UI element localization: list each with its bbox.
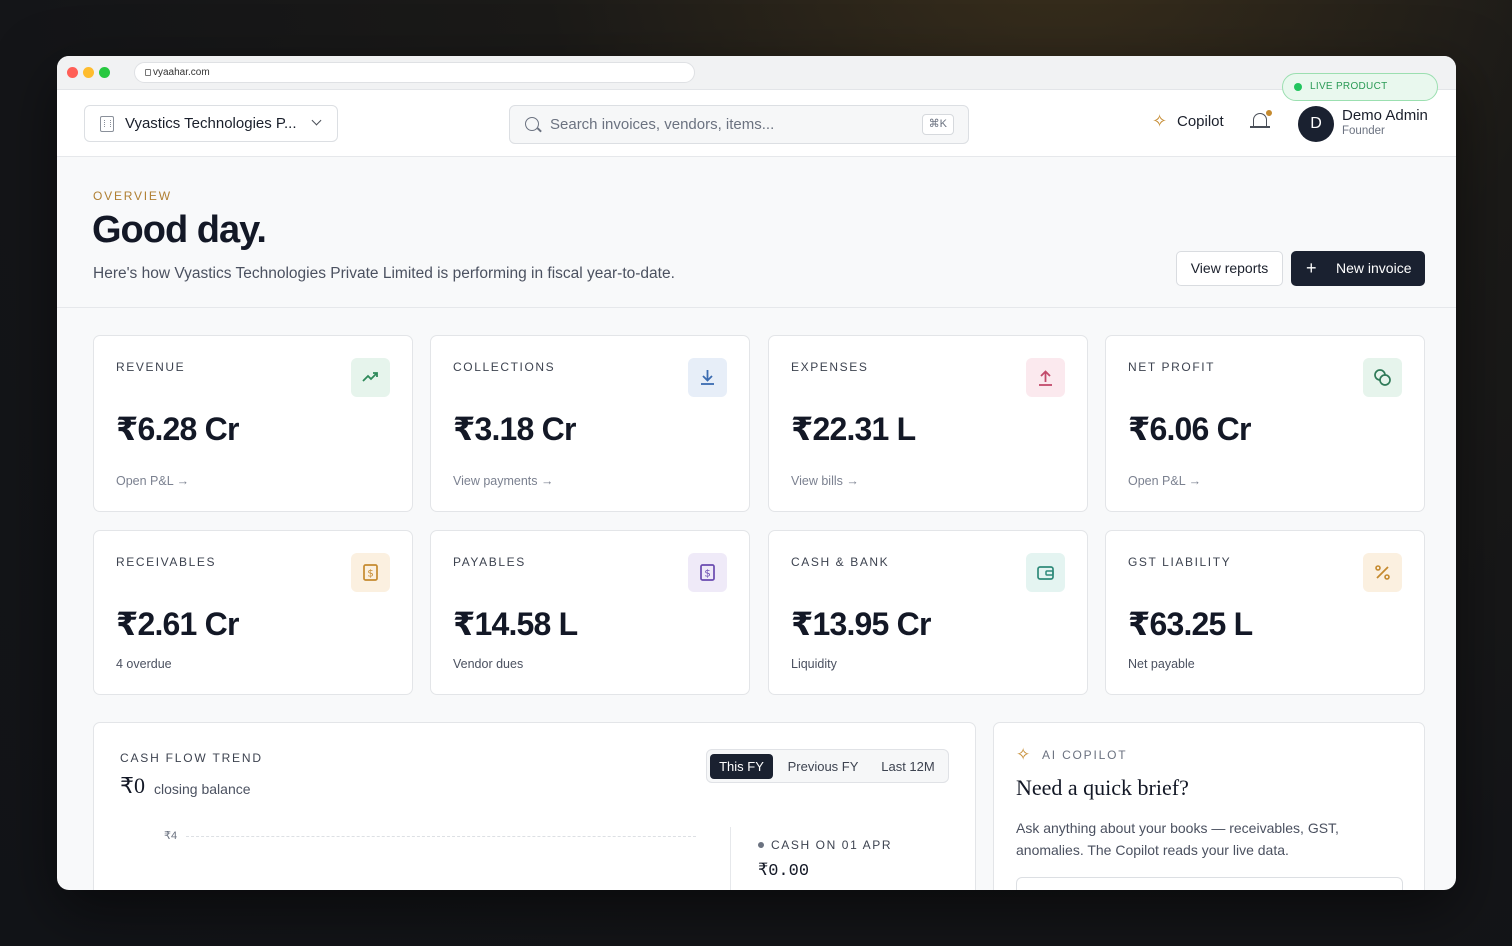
- kpi-footnote: 4 overdue: [116, 657, 172, 671]
- lock-icon: [145, 69, 151, 76]
- receipt-icon: $: [688, 553, 727, 592]
- chart-gridline: [186, 836, 696, 837]
- kpi-value: ₹14.58 L: [453, 606, 578, 642]
- address-bar[interactable]: vyaahar.com: [134, 62, 695, 83]
- new-invoice-label: New invoice: [1336, 260, 1412, 276]
- kpi-footnote: Liquidity: [791, 657, 837, 671]
- wallet-icon: [1026, 553, 1065, 592]
- close-window-button[interactable]: [67, 67, 78, 78]
- search-placeholder: Search invoices, vendors, items...: [550, 116, 775, 133]
- page-title: Good day.: [92, 209, 267, 251]
- global-search-input[interactable]: Search invoices, vendors, items... ⌘K: [509, 105, 969, 144]
- svg-text:$: $: [367, 569, 373, 580]
- organization-switcher[interactable]: Vyastics Technologies P...: [84, 105, 338, 142]
- ai-copilot-description: Ask anything about your books — receivab…: [1016, 820, 1339, 858]
- kpi-card-expenses[interactable]: EXPENSES ₹22.31 L View bills →: [768, 335, 1088, 512]
- coins-icon: [1363, 358, 1402, 397]
- kpi-value: ₹63.25 L: [1128, 606, 1253, 642]
- svg-text:$: $: [704, 569, 710, 580]
- closing-balance-label: closing balance: [154, 781, 251, 797]
- kpi-card-collections[interactable]: COLLECTIONS ₹3.18 Cr View payments →: [430, 335, 750, 512]
- view-payments-link[interactable]: View payments →: [453, 474, 554, 488]
- kpi-card-receivables[interactable]: RECEIVABLES $ ₹2.61 Cr 4 overdue: [93, 530, 413, 695]
- kpi-value: ₹6.28 Cr: [116, 411, 239, 447]
- section-eyebrow: OVERVIEW: [93, 189, 172, 203]
- percent-icon: [1363, 553, 1402, 592]
- sparkle-icon: ✧: [1152, 111, 1168, 131]
- receipt-icon: $: [351, 553, 390, 592]
- kpi-card-revenue[interactable]: REVENUE ₹6.28 Cr Open P&L →: [93, 335, 413, 512]
- upload-icon: [1026, 358, 1065, 397]
- kpi-label: EXPENSES: [791, 360, 869, 374]
- open-pl-link[interactable]: Open P&L →: [116, 474, 189, 488]
- cash-opening-value: ₹0.00: [758, 862, 810, 881]
- kpi-value: ₹2.61 Cr: [116, 606, 239, 642]
- ai-copilot-title: AI COPILOT: [1042, 748, 1128, 762]
- kpi-label: COLLECTIONS: [453, 360, 556, 374]
- cash-flow-trend-card: CASH FLOW TREND ₹0 closing balance This …: [93, 722, 976, 890]
- page-subtitle: Here's how Vyastics Technologies Private…: [93, 265, 675, 282]
- notification-indicator-dot: [1265, 109, 1273, 117]
- kpi-footnote: Vendor dues: [453, 657, 524, 671]
- kpi-label: CASH & BANK: [791, 555, 890, 569]
- organization-name: Vyastics Technologies P...: [125, 115, 297, 132]
- kpi-card-payables[interactable]: PAYABLES $ ₹14.58 L Vendor dues: [430, 530, 750, 695]
- live-badge-label: LIVE PRODUCT: [1310, 81, 1388, 92]
- browser-titlebar: vyaahar.com: [57, 56, 1456, 90]
- minimize-window-button[interactable]: [83, 67, 94, 78]
- copilot-question-input[interactable]: [1016, 877, 1403, 890]
- kpi-value: ₹22.31 L: [791, 411, 916, 447]
- cash-opening-label: CASH ON 01 APR: [771, 838, 893, 852]
- download-icon: [688, 358, 727, 397]
- kpi-label: PAYABLES: [453, 555, 526, 569]
- copilot-button-label: Copilot: [1177, 113, 1224, 130]
- live-status-dot: [1294, 83, 1302, 91]
- tab-this-fy[interactable]: This FY: [710, 754, 773, 779]
- ai-copilot-heading: Need a quick brief?: [1016, 775, 1189, 800]
- live-product-badge: LIVE PRODUCT: [1282, 73, 1438, 101]
- search-icon: [525, 117, 539, 131]
- kpi-card-net-profit[interactable]: NET PROFIT ₹6.06 Cr Open P&L →: [1105, 335, 1425, 512]
- kpi-label: NET PROFIT: [1128, 360, 1216, 374]
- user-role: Founder: [1342, 125, 1385, 137]
- kpi-value: ₹6.06 Cr: [1128, 411, 1251, 447]
- cash-flow-title: CASH FLOW TREND: [120, 751, 263, 765]
- closing-balance-value: ₹0: [120, 773, 145, 798]
- kpi-footnote: Net payable: [1128, 657, 1195, 671]
- divider: [730, 827, 731, 890]
- overview-header: OVERVIEW Good day. Here's how Vyastics T…: [57, 157, 1456, 308]
- plus-icon: +: [1306, 258, 1317, 278]
- kpi-card-gst-liability[interactable]: GST LIABILITY ₹63.25 L Net payable: [1105, 530, 1425, 695]
- top-navigation-bar: Vyastics Technologies P... Search invoic…: [57, 90, 1456, 157]
- kpi-card-cash-bank[interactable]: CASH & BANK ₹13.95 Cr Liquidity: [768, 530, 1088, 695]
- kpi-label: REVENUE: [116, 360, 186, 374]
- new-invoice-button[interactable]: + New invoice: [1291, 251, 1425, 286]
- sparkle-icon: ✧: [1016, 745, 1031, 764]
- search-shortcut-hint: ⌘K: [921, 114, 954, 135]
- user-avatar[interactable]: D: [1298, 106, 1334, 142]
- legend-dot: [758, 842, 764, 848]
- chevron-down-icon: [311, 115, 322, 126]
- kpi-label: RECEIVABLES: [116, 555, 217, 569]
- period-segmented-control: This FY Previous FY Last 12M: [706, 749, 949, 783]
- y-axis-tick-label: ₹4: [164, 830, 178, 842]
- maximize-window-button[interactable]: [99, 67, 110, 78]
- kpi-value: ₹13.95 Cr: [791, 606, 931, 642]
- open-pl-link[interactable]: Open P&L →: [1128, 474, 1201, 488]
- url-text: vyaahar.com: [153, 67, 210, 78]
- view-reports-button[interactable]: View reports: [1176, 251, 1283, 286]
- kpi-label: GST LIABILITY: [1128, 555, 1232, 569]
- tab-previous-fy[interactable]: Previous FY: [779, 754, 867, 779]
- view-bills-link[interactable]: View bills →: [791, 474, 859, 488]
- building-icon: [100, 116, 114, 132]
- ai-copilot-card: ✧ AI COPILOT Need a quick brief? Ask any…: [993, 722, 1425, 890]
- app-window: vyaahar.com Vyastics Technologies P... S…: [57, 56, 1456, 890]
- tab-last-12m[interactable]: Last 12M: [871, 754, 945, 779]
- user-name[interactable]: Demo Admin: [1342, 107, 1428, 124]
- kpi-value: ₹3.18 Cr: [453, 411, 576, 447]
- trending-up-icon: [351, 358, 390, 397]
